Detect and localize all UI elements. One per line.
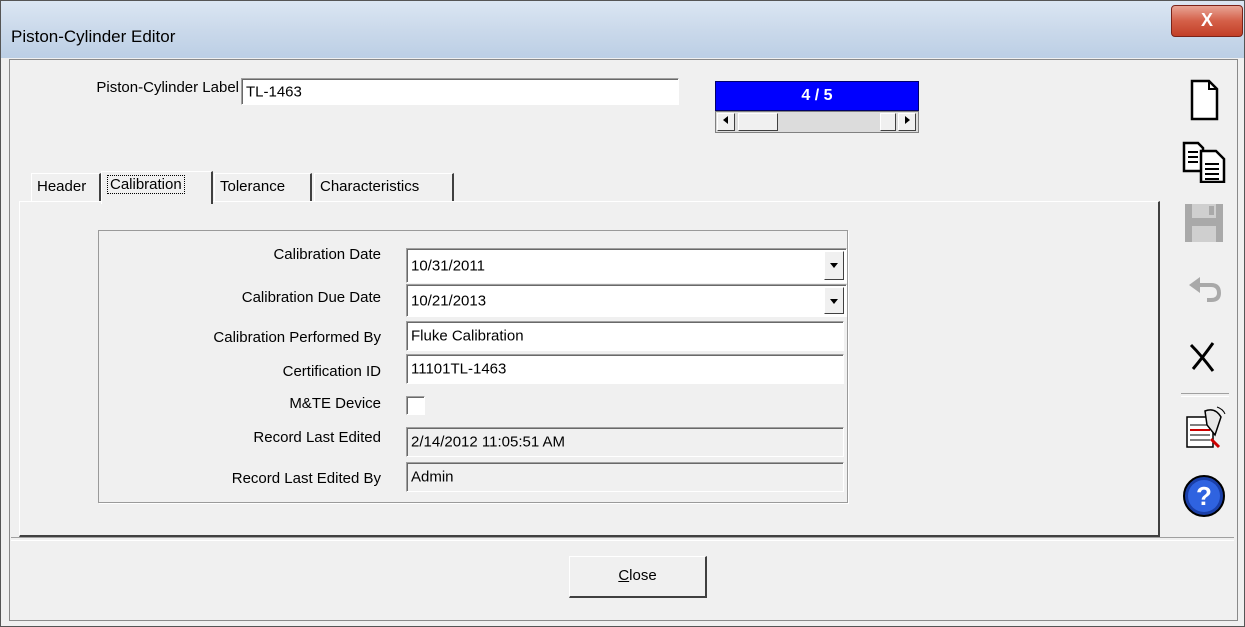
new-record-icon [1190,79,1219,121]
delete-button[interactable] [1181,333,1227,379]
help-button[interactable]: ? [1181,473,1227,519]
tab-tolerance-label: Tolerance [220,178,286,195]
window-title: Piston-Cylinder Editor [11,27,176,46]
save-button[interactable] [1181,199,1227,245]
svg-text:?: ? [1196,481,1212,511]
tab-calibration-label: Calibration [107,175,185,194]
toolbar-separator [1181,393,1229,397]
record-last-edited-field: 2/14/2012 11:05:51 AM [406,427,844,457]
close-button-label: lose [629,567,657,584]
tab-tolerance[interactable]: Tolerance [214,173,312,201]
calibration-tool-icon [1186,406,1226,449]
scroll-left-button[interactable] [717,113,735,131]
mte-device-label: M&TE Device [289,395,381,412]
arrow-right-icon [905,116,910,124]
undo-icon [1189,277,1222,302]
record-last-edited-label: Record Last Edited [253,429,381,446]
title-bar: Piston-Cylinder Editor X [1,1,1244,58]
tab-characteristics[interactable]: Characteristics [314,173,454,201]
tab-characteristics-label: Characteristics [320,178,420,195]
performed-by-value: Fluke Calibration [411,327,524,345]
copy-record-icon [1182,141,1226,184]
tab-header-label: Header [37,178,87,195]
calibration-due-date-label: Calibration Due Date [241,289,381,306]
piston-cylinder-label-caption: Piston-Cylinder Label [96,79,239,96]
record-last-edited-value: 2/14/2012 11:05:51 AM [411,433,566,451]
record-last-edited-by-value: Admin [411,468,454,486]
performed-by-input[interactable]: Fluke Calibration [406,321,844,351]
record-last-edited-by-field: Admin [406,462,844,492]
calibration-date-dropdown-icon[interactable] [824,251,844,280]
record-last-edited-by-label: Record Last Edited By [231,470,381,487]
footer-divider [11,537,1234,541]
calibration-tool-button[interactable] [1181,405,1227,451]
undo-button[interactable] [1181,267,1227,313]
calibration-due-date-value: 10/21/2013 [411,292,487,309]
save-icon [1185,204,1223,242]
help-icon: ? [1183,475,1225,517]
arrow-left-icon [723,116,728,124]
calibration-due-date-combobox[interactable]: 10/21/2013 [406,284,847,317]
calibration-due-date-dropdown-icon[interactable] [824,287,844,314]
copy-record-button[interactable] [1181,137,1227,184]
performed-by-label: Calibration Performed By [213,329,381,346]
tab-header[interactable]: Header [31,173,101,201]
piston-cylinder-label-value: TL-1463 [246,83,302,100]
certification-id-input[interactable]: 11101TL-1463 [406,354,844,384]
close-button-mnemonic: C [618,567,630,584]
scroll-thumb[interactable] [738,113,778,131]
editor-window: Piston-Cylinder Editor X Piston-Cylinder… [0,0,1245,627]
calibration-date-label: Calibration Date [273,246,381,263]
mte-device-checkbox[interactable] [406,396,425,415]
window-close-button[interactable]: X [1171,5,1243,37]
piston-cylinder-label-input[interactable]: TL-1463 [241,78,679,105]
certification-id-value: 11101TL-1463 [411,360,507,378]
new-record-button[interactable] [1181,77,1227,123]
close-button[interactable]: Close [569,556,707,598]
record-scrollbar[interactable] [715,111,919,133]
record-counter: 4 / 5 [715,81,919,111]
calibration-date-value: 10/31/2011 [411,257,485,274]
scroll-thumb-end[interactable] [880,113,896,131]
scroll-right-button[interactable] [898,113,916,131]
tab-calibration[interactable]: Calibration [101,171,213,204]
calibration-date-combobox[interactable]: 10/31/2011 [406,248,847,283]
certification-id-label: Certification ID [282,363,381,380]
delete-icon [1189,342,1215,372]
